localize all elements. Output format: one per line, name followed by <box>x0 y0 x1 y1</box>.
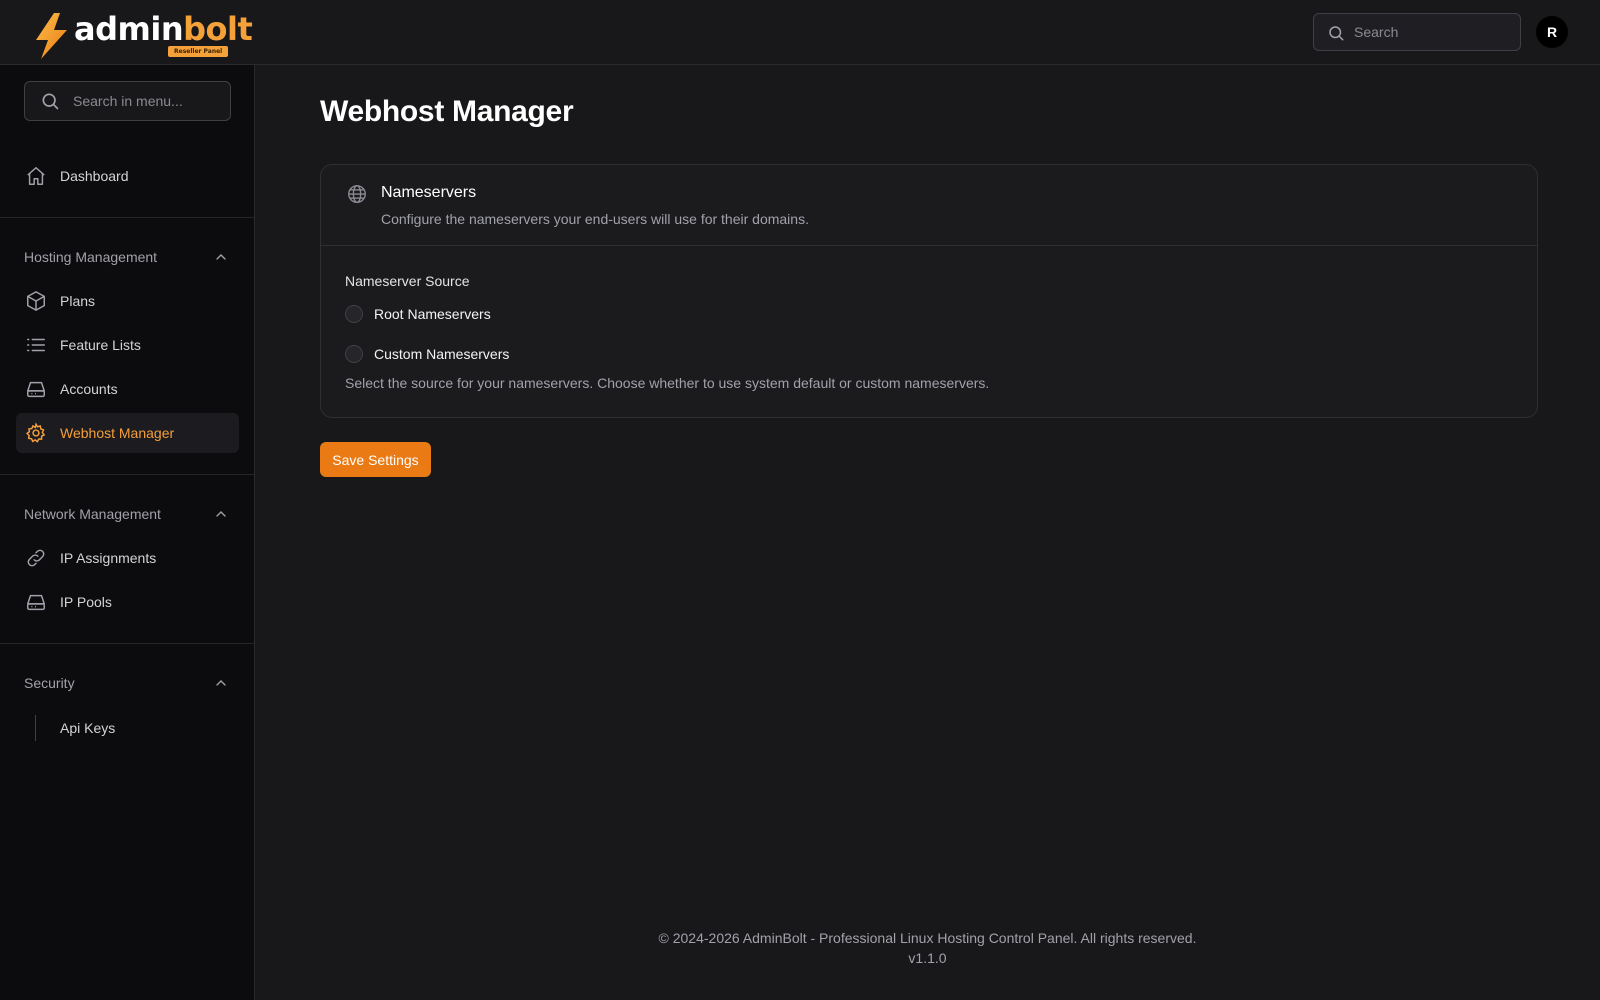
chevron-up-icon <box>216 254 226 260</box>
bolt-logo-icon <box>36 13 67 59</box>
list-icon <box>27 338 45 352</box>
page-title: Webhost Manager <box>320 95 574 128</box>
chevron-up-icon <box>216 511 226 517</box>
radio-label: Custom Nameservers <box>374 346 510 362</box>
radio-label: Root Nameservers <box>374 306 491 322</box>
sidebar-item-api-keys[interactable]: Api Keys <box>35 715 235 741</box>
sidebar-item-feature-lists[interactable]: Feature Lists <box>16 325 239 365</box>
card-title: Nameservers <box>381 184 477 201</box>
gear-icon <box>25 422 46 443</box>
sidebar-item-ip-assignments[interactable]: IP Assignments <box>16 538 239 578</box>
avatar[interactable]: R <box>1536 16 1568 48</box>
radio-button[interactable] <box>345 345 363 363</box>
menu-search-input[interactable]: Search in menu... <box>24 81 231 121</box>
sidebar-divider <box>0 643 254 644</box>
group-title: Security <box>24 675 75 691</box>
sidebar-item-label: Webhost Manager <box>60 425 175 441</box>
save-settings-button[interactable]: Save Settings <box>320 442 431 477</box>
chevron-up-icon <box>216 680 226 686</box>
radio-button[interactable] <box>345 305 363 323</box>
sidebar: Search in menu... Dashboard Hosting Mana… <box>0 65 255 1000</box>
hard-drive-icon <box>27 381 45 398</box>
sidebar-item-label: IP Pools <box>60 594 112 610</box>
card-header: Nameservers Configure the nameservers yo… <box>321 165 1537 246</box>
globe-icon <box>348 185 366 203</box>
menu-search-placeholder: Search in menu... <box>73 93 183 109</box>
top-bar: adminbolt Reseller Panel Search R <box>0 0 1600 65</box>
sidebar-item-accounts[interactable]: Accounts <box>16 369 239 409</box>
sidebar-item-label: Plans <box>60 293 96 309</box>
box-icon <box>27 291 45 311</box>
sidebar-item-plans[interactable]: Plans <box>16 281 239 321</box>
version-text: v1.1.0 <box>908 950 947 966</box>
reseller-badge: Reseller Panel <box>168 46 229 57</box>
sidebar-item-label: Accounts <box>60 381 118 397</box>
search-icon <box>1329 26 1344 41</box>
sidebar-item-ip-pools[interactable]: IP Pools <box>16 582 239 622</box>
radio-custom-nameservers[interactable]: Custom Nameservers <box>345 344 509 364</box>
sidebar-item-label: Dashboard <box>60 168 129 184</box>
card-description: Configure the nameservers your end-users… <box>381 211 809 227</box>
nameservers-card: Nameservers Configure the nameservers yo… <box>320 164 1538 418</box>
sidebar-divider <box>0 217 254 218</box>
group-security[interactable]: Security <box>24 671 231 695</box>
sidebar-divider <box>0 474 254 475</box>
global-search-placeholder: Search <box>1354 24 1399 40</box>
sidebar-item-label: Feature Lists <box>60 337 141 353</box>
sidebar-item-label: IP Assignments <box>60 550 157 566</box>
adminbolt-logo[interactable]: adminbolt Reseller Panel <box>30 10 253 59</box>
radio-root-nameservers[interactable]: Root Nameservers <box>345 304 491 324</box>
group-hosting-management[interactable]: Hosting Management <box>24 245 231 269</box>
group-title: Network Management <box>24 506 161 522</box>
brand-name: adminbolt <box>74 10 253 48</box>
global-search-input[interactable]: Search <box>1313 13 1521 51</box>
copyright-text: © 2024-2026 AdminBolt - Professional Lin… <box>658 930 1197 946</box>
sidebar-item-webhost-manager[interactable]: Webhost Manager <box>16 413 239 453</box>
home-icon <box>27 167 45 185</box>
footer: © 2024-2026 AdminBolt - Professional Lin… <box>255 928 1600 968</box>
nameserver-source-label: Nameserver Source <box>345 273 470 289</box>
search-icon <box>42 93 59 110</box>
helper-text: Select the source for your nameservers. … <box>345 375 990 391</box>
group-title: Hosting Management <box>24 249 158 265</box>
sidebar-item-label: Api Keys <box>60 720 116 736</box>
link-icon <box>27 549 45 567</box>
sidebar-item-dashboard[interactable]: Dashboard <box>16 156 239 196</box>
group-network-management[interactable]: Network Management <box>24 502 231 526</box>
hard-drive-icon <box>27 594 45 611</box>
